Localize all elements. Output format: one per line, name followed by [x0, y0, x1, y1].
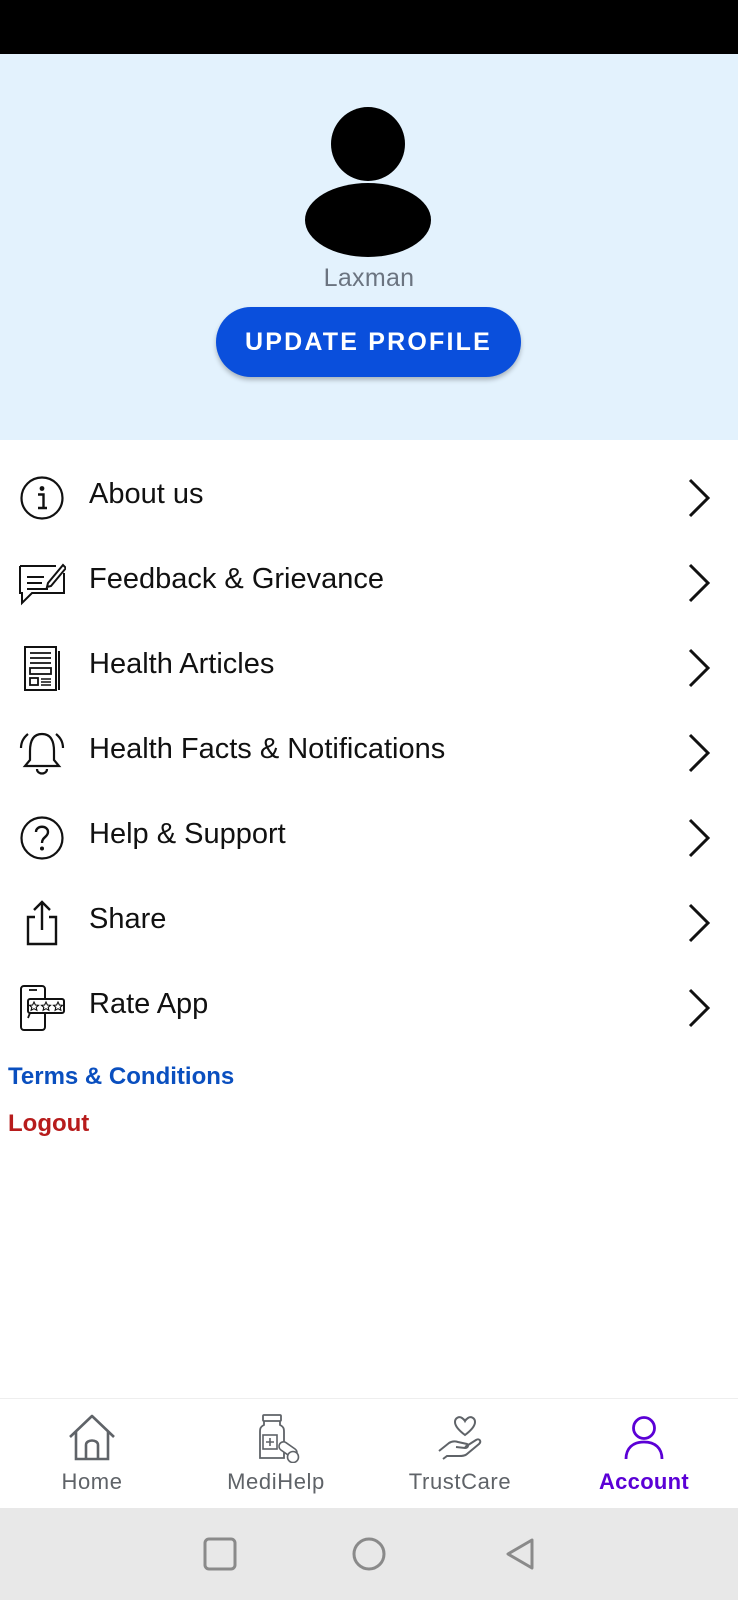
care-hand-icon: [438, 1416, 482, 1460]
chevron-right-icon: [688, 903, 711, 943]
article-icon: [24, 646, 60, 691]
nav-label: Home: [61, 1469, 123, 1494]
menu-item-about-us[interactable]: About us: [0, 456, 738, 541]
medicine-icon: [259, 1414, 300, 1463]
menu-label: Health Articles: [89, 648, 275, 680]
menu-item-rate-app[interactable]: Rate App: [0, 966, 738, 1051]
update-profile-button[interactable]: UPDATE PROFILE: [216, 307, 521, 377]
menu-item-health-facts-notifications[interactable]: Health Facts & Notifications: [0, 711, 738, 796]
chevron-right-icon: [688, 733, 711, 773]
terms-conditions-link[interactable]: Terms & Conditions: [8, 1063, 234, 1091]
nav-item-home[interactable]: Home: [0, 1399, 184, 1509]
menu-item-feedback-grievance[interactable]: Feedback & Grievance: [0, 541, 738, 626]
chevron-right-icon: [688, 563, 711, 603]
menu-label: Share: [89, 903, 167, 935]
bell-icon: [19, 732, 65, 775]
home-circle-icon[interactable]: [351, 1536, 387, 1572]
menu-item-health-articles[interactable]: Health Articles: [0, 626, 738, 711]
nav-item-medihelp[interactable]: MediHelp: [184, 1399, 368, 1509]
nav-label: Account: [598, 1469, 690, 1494]
profile-header: Laxman UPDATE PROFILE: [0, 54, 738, 440]
menu-label: Help & Support: [89, 818, 286, 850]
account-menu: About us Feedback & Grievance Health Art…: [0, 456, 738, 1051]
bottom-navigation: Home MediHelp TrustCare Account: [0, 1398, 738, 1508]
home-icon: [69, 1414, 115, 1461]
logout-link[interactable]: Logout: [8, 1110, 89, 1138]
chevron-right-icon: [688, 648, 711, 688]
user-name: Laxman: [323, 264, 415, 292]
account-icon: [624, 1416, 664, 1460]
help-icon: [20, 816, 64, 860]
avatar-icon: [305, 107, 431, 257]
menu-item-help-support[interactable]: Help & Support: [0, 796, 738, 881]
nav-item-trustcare[interactable]: TrustCare: [368, 1399, 552, 1509]
chevron-right-icon: [688, 988, 711, 1028]
menu-label: Health Facts & Notifications: [89, 733, 446, 765]
nav-label: MediHelp: [227, 1469, 325, 1494]
system-navigation-bar: [0, 1508, 738, 1600]
menu-item-share[interactable]: Share: [0, 881, 738, 966]
back-triangle-icon[interactable]: [502, 1536, 538, 1572]
status-bar: [0, 0, 738, 54]
menu-label: Feedback & Grievance: [89, 563, 384, 595]
rate-app-icon: [20, 985, 65, 1031]
menu-label: Rate App: [89, 988, 209, 1020]
chevron-right-icon: [688, 818, 711, 858]
share-icon: [26, 900, 58, 946]
menu-label: About us: [89, 478, 204, 510]
info-icon: [20, 476, 64, 520]
recent-apps-icon[interactable]: [202, 1536, 238, 1572]
nav-label: TrustCare: [408, 1469, 512, 1494]
feedback-icon: [19, 563, 66, 606]
chevron-right-icon: [688, 478, 711, 518]
nav-item-account[interactable]: Account: [552, 1399, 736, 1509]
